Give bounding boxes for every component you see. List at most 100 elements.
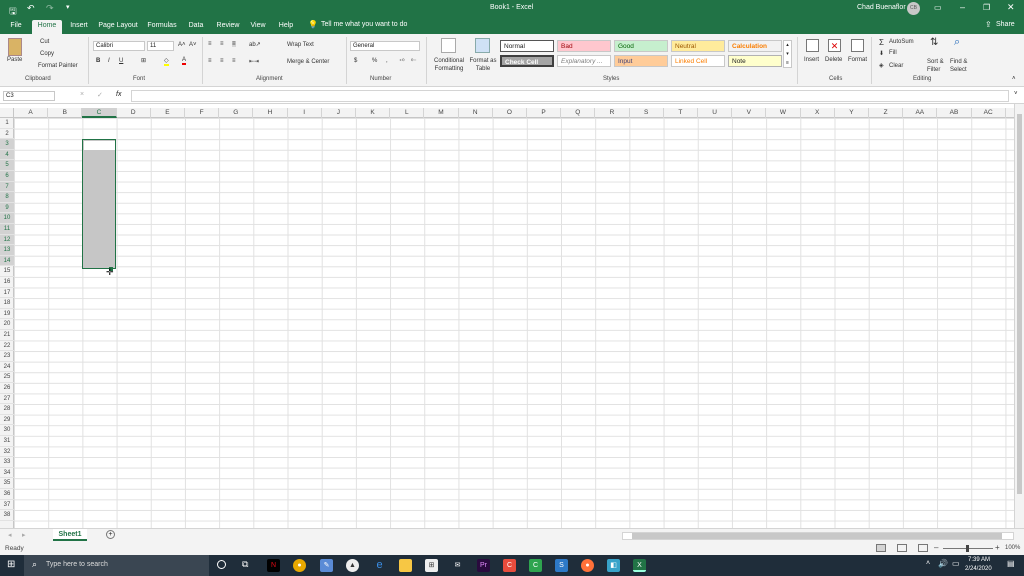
minimize-icon[interactable]: –: [960, 2, 965, 12]
row-header[interactable]: 34: [0, 468, 14, 479]
align-top-icon[interactable]: ≡: [208, 41, 212, 47]
find-select-icon[interactable]: ⌕: [954, 36, 960, 49]
row-header[interactable]: 36: [0, 489, 14, 500]
clear-button[interactable]: Clear: [889, 63, 903, 69]
page-break-view-icon[interactable]: [918, 544, 928, 552]
insert-cells-icon[interactable]: [806, 39, 819, 52]
column-header[interactable]: Z: [869, 108, 904, 118]
tell-me-search[interactable]: Tell me what you want to do: [321, 21, 407, 28]
style-explanatory[interactable]: Explanatory ...: [557, 55, 611, 67]
fill-color-icon[interactable]: ◇: [164, 57, 169, 66]
column-header[interactable]: G: [219, 108, 254, 118]
decrease-decimal-icon[interactable]: ⁰⁻: [411, 58, 417, 65]
photos-app-icon[interactable]: ▲: [346, 559, 359, 572]
decrease-font-icon[interactable]: A˅: [189, 42, 197, 48]
merge-center-button[interactable]: Merge & Center: [287, 59, 329, 65]
autosum-icon[interactable]: Σ: [879, 38, 884, 47]
collapse-ribbon-icon[interactable]: ˄: [1012, 76, 1016, 82]
paste-button[interactable]: Paste: [7, 57, 22, 63]
wrap-text-button[interactable]: Wrap Text: [287, 42, 314, 48]
column-header[interactable]: F: [185, 108, 220, 118]
column-header[interactable]: H: [253, 108, 288, 118]
taskbar-search-input[interactable]: Type here to search: [46, 561, 108, 568]
style-neutral[interactable]: Neutral: [671, 40, 725, 52]
cortana-icon[interactable]: [217, 560, 226, 569]
file-explorer-icon[interactable]: [399, 559, 412, 572]
windows-start-icon[interactable]: ⊞: [7, 560, 15, 570]
chrome-icon[interactable]: ●: [293, 559, 306, 572]
formula-input[interactable]: [131, 90, 1009, 102]
taskbar-search-box[interactable]: ⌕ Type here to search: [24, 555, 209, 576]
firefox-icon[interactable]: ●: [581, 559, 594, 572]
column-header[interactable]: S: [630, 108, 664, 118]
row-header[interactable]: 38: [0, 510, 14, 521]
tab-insert[interactable]: Insert: [67, 20, 91, 34]
style-linked-cell[interactable]: Linked Cell: [671, 55, 725, 67]
app-teal-icon[interactable]: ◧: [607, 559, 620, 572]
row-header[interactable]: 18: [0, 298, 14, 309]
row-header[interactable]: 13: [0, 245, 14, 256]
notifications-icon[interactable]: ▤: [1007, 559, 1015, 568]
column-header[interactable]: C: [82, 108, 117, 118]
delete-cells-button[interactable]: Delete: [825, 57, 842, 63]
tab-help[interactable]: Help: [276, 20, 296, 34]
percent-button[interactable]: %: [372, 58, 377, 64]
style-note[interactable]: Note: [728, 55, 782, 67]
conditional-formatting-icon[interactable]: [441, 38, 456, 53]
column-header[interactable]: AB: [937, 108, 972, 118]
row-header[interactable]: 35: [0, 478, 14, 489]
conditional-formatting-button[interactable]: Conditional Formatting: [430, 57, 468, 73]
premiere-icon[interactable]: Pr: [477, 559, 490, 572]
column-header[interactable]: N: [459, 108, 493, 118]
row-header[interactable]: 6: [0, 171, 14, 182]
column-header[interactable]: O: [493, 108, 527, 118]
row-header[interactable]: 32: [0, 447, 14, 458]
autosum-button[interactable]: AutoSum: [889, 39, 914, 45]
zoom-in-icon[interactable]: +: [995, 543, 1000, 552]
row-header[interactable]: 4: [0, 149, 14, 161]
copy-button[interactable]: Copy: [40, 51, 54, 57]
scroll-left-icon[interactable]: ◂: [8, 531, 12, 539]
underline-button[interactable]: U: [119, 58, 123, 64]
row-header[interactable]: 30: [0, 425, 14, 436]
format-cells-button[interactable]: Format: [848, 57, 867, 63]
style-check-cell[interactable]: Check Cell: [500, 55, 554, 67]
align-left-icon[interactable]: ≡: [208, 58, 212, 64]
row-header[interactable]: 33: [0, 457, 14, 468]
font-size-select[interactable]: 11: [147, 41, 174, 51]
task-view-icon[interactable]: ⧉: [242, 559, 248, 570]
column-header[interactable]: V: [732, 108, 767, 118]
cell-grid[interactable]: [14, 118, 1014, 528]
clock-time[interactable]: 7:39 AM: [968, 557, 990, 563]
network-icon[interactable]: ▭: [952, 559, 960, 568]
tab-home[interactable]: Home: [32, 20, 62, 34]
style-bad[interactable]: Bad: [557, 40, 611, 52]
name-box[interactable]: C3: [3, 91, 55, 101]
column-header[interactable]: A: [14, 108, 49, 118]
bold-button[interactable]: B: [96, 58, 100, 64]
row-header[interactable]: 28: [0, 404, 14, 415]
column-header[interactable]: X: [801, 108, 835, 118]
netflix-icon[interactable]: N: [267, 559, 280, 572]
app-c-red-icon[interactable]: C: [503, 559, 516, 572]
notes-app-icon[interactable]: ✎: [320, 559, 333, 572]
font-color-icon[interactable]: A: [182, 57, 187, 65]
find-select-button[interactable]: Find & Select: [950, 58, 974, 74]
column-header[interactable]: R: [595, 108, 630, 118]
column-header[interactable]: J: [322, 108, 356, 118]
row-header[interactable]: 1: [0, 118, 14, 129]
enter-icon[interactable]: ✓: [97, 91, 103, 99]
column-header[interactable]: D: [117, 108, 151, 118]
comma-button[interactable]: ,: [386, 58, 388, 64]
row-header[interactable]: 26: [0, 383, 14, 394]
row-header[interactable]: 27: [0, 394, 14, 405]
selected-range[interactable]: [82, 139, 116, 269]
store-icon[interactable]: ⊞: [425, 559, 438, 572]
tab-formulas[interactable]: Formulas: [146, 20, 178, 34]
tab-page-layout[interactable]: Page Layout: [98, 20, 138, 34]
active-cell[interactable]: [83, 140, 115, 150]
edge-icon[interactable]: e: [373, 559, 386, 572]
row-header[interactable]: 19: [0, 309, 14, 320]
row-header[interactable]: 20: [0, 319, 14, 330]
style-input[interactable]: Input: [614, 55, 668, 67]
